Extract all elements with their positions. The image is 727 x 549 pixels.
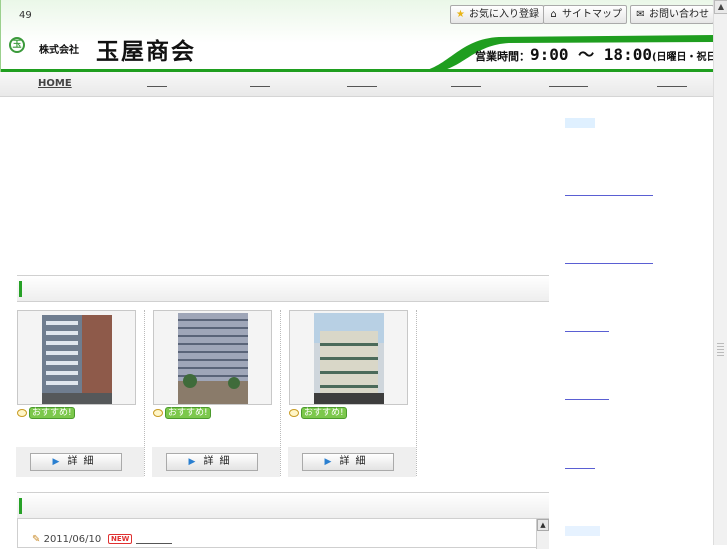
scroll-up-icon[interactable]: ▲ bbox=[537, 519, 549, 531]
sidebar-link[interactable] bbox=[565, 331, 609, 332]
detail-area: ▶ 詳細 bbox=[16, 447, 144, 477]
pencil-icon: ✎ bbox=[32, 534, 41, 545]
global-nav: HOME bbox=[0, 72, 713, 97]
play-icon: ▶ bbox=[324, 457, 332, 467]
card-divider bbox=[280, 310, 281, 476]
sitemap-icon: ⌂ bbox=[550, 9, 557, 20]
star-icon: ★ bbox=[456, 9, 465, 20]
sidebar-link[interactable] bbox=[565, 263, 653, 264]
nav-link[interactable] bbox=[147, 86, 167, 87]
business-hours: 営業時間：9:00 〜 18:00(日曜日・祝日定休 bbox=[475, 45, 727, 64]
nav-link[interactable] bbox=[250, 86, 270, 87]
news-link[interactable] bbox=[136, 543, 172, 544]
section-marker bbox=[19, 498, 22, 514]
property-photo[interactable] bbox=[17, 310, 136, 405]
mail-icon: ✉ bbox=[636, 9, 645, 20]
recommended-badge: おすすめ! bbox=[289, 407, 349, 420]
company-logo-icon: 玉 bbox=[9, 37, 25, 53]
scrollbar-grip[interactable] bbox=[717, 343, 724, 357]
contact-button[interactable]: ✉ お問い合わせ bbox=[630, 5, 714, 24]
play-icon: ▶ bbox=[188, 457, 196, 467]
company-name[interactable]: 玉屋商会 bbox=[96, 32, 196, 66]
detail-button[interactable]: ▶ 詳細 bbox=[166, 453, 258, 471]
recommended-badge: おすすめ! bbox=[153, 407, 213, 420]
speech-bubble-icon bbox=[153, 409, 163, 417]
visitor-counter: 49 bbox=[19, 10, 32, 21]
site-header: 49 ★ お気に入り登録 ⌂ サイトマップ ✉ お問い合わせ 玉 株式会社 玉屋商会 … bbox=[0, 0, 727, 72]
news-date: ✎ 2011/06/10 bbox=[32, 534, 102, 545]
page-scrollbar[interactable]: ▲ bbox=[713, 0, 727, 545]
nav-link[interactable] bbox=[549, 86, 588, 87]
sidebar-link[interactable] bbox=[565, 399, 609, 400]
speech-bubble-icon bbox=[289, 409, 299, 417]
sidebar-link[interactable] bbox=[565, 118, 595, 128]
news-box: ✎ 2011/06/10 NEW ▲ bbox=[17, 518, 549, 549]
add-favorite-button[interactable]: ★ お気に入り登録 bbox=[450, 5, 544, 24]
speech-bubble-icon bbox=[17, 409, 27, 417]
nav-link[interactable] bbox=[347, 86, 377, 87]
nav-link[interactable] bbox=[657, 86, 687, 87]
card-divider bbox=[144, 310, 145, 476]
nav-home-link[interactable]: HOME bbox=[38, 78, 72, 89]
scroll-up-icon[interactable]: ▲ bbox=[714, 0, 727, 14]
property-photo[interactable] bbox=[289, 310, 408, 405]
nav-link[interactable] bbox=[451, 86, 481, 87]
new-badge: NEW bbox=[108, 534, 133, 544]
detail-button[interactable]: ▶ 詳細 bbox=[302, 453, 394, 471]
sidebar-link[interactable] bbox=[565, 195, 653, 196]
detail-area: ▶ 詳細 bbox=[152, 447, 280, 477]
card-divider bbox=[416, 310, 417, 476]
company-prefix: 株式会社 bbox=[39, 45, 79, 56]
detail-button[interactable]: ▶ 詳細 bbox=[30, 453, 122, 471]
section-marker bbox=[19, 281, 22, 297]
play-icon: ▶ bbox=[52, 457, 60, 467]
sitemap-button[interactable]: ⌂ サイトマップ bbox=[543, 5, 627, 24]
property-photo[interactable] bbox=[153, 310, 272, 405]
sidebar-link[interactable] bbox=[565, 526, 600, 536]
section-header-news bbox=[17, 492, 549, 519]
recommended-badge: おすすめ! bbox=[17, 407, 77, 420]
sidebar-link[interactable] bbox=[565, 468, 595, 469]
detail-area: ▶ 詳細 bbox=[288, 447, 416, 477]
section-header-recommended bbox=[17, 275, 549, 302]
